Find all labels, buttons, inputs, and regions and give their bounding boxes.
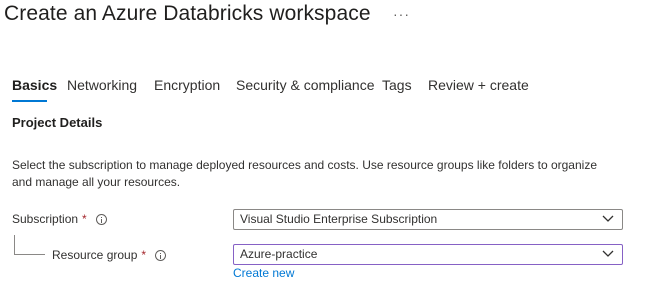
tree-connector xyxy=(14,235,45,255)
tab-networking[interactable]: Networking xyxy=(67,77,137,93)
resource-group-dropdown[interactable]: Azure-practice xyxy=(233,244,623,265)
create-workspace-page: Create an Azure Databricks workspace ···… xyxy=(0,0,660,290)
info-icon[interactable] xyxy=(155,249,167,261)
tab-security-compliance[interactable]: Security & compliance xyxy=(236,77,375,93)
chevron-down-icon xyxy=(602,215,614,222)
subscription-dropdown[interactable]: Visual Studio Enterprise Subscription xyxy=(233,209,623,230)
section-heading: Project Details xyxy=(12,115,103,130)
subscription-value: Visual Studio Enterprise Subscription xyxy=(240,212,438,226)
required-marker: * xyxy=(82,212,87,226)
more-options-button[interactable]: ··· xyxy=(393,6,410,22)
tab-encryption[interactable]: Encryption xyxy=(154,77,220,93)
tab-basics[interactable]: Basics xyxy=(12,77,57,93)
chevron-down-icon xyxy=(602,250,614,257)
resource-group-label-text: Resource group xyxy=(52,248,138,262)
tab-review-create[interactable]: Review + create xyxy=(428,77,529,93)
section-description: Select the subscription to manage deploy… xyxy=(12,158,597,189)
required-marker: * xyxy=(141,248,147,262)
page-title: Create an Azure Databricks workspace xyxy=(4,2,371,25)
resource-group-label: Resource group * xyxy=(52,248,167,262)
subscription-label: Subscription * xyxy=(12,212,107,226)
create-new-resource-group-link[interactable]: Create new xyxy=(233,266,294,280)
info-icon[interactable] xyxy=(95,213,107,225)
resource-group-value: Azure-practice xyxy=(240,247,318,261)
tab-tags[interactable]: Tags xyxy=(382,77,412,93)
subscription-label-text: Subscription xyxy=(12,212,79,226)
active-tab-indicator xyxy=(12,100,47,102)
